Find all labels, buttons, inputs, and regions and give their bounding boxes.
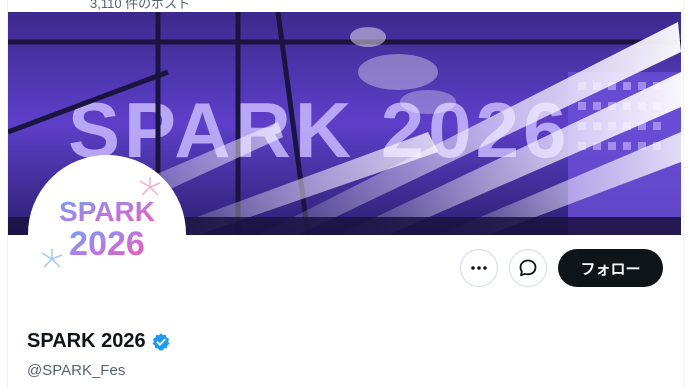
verified-badge-icon[interactable] <box>151 332 171 352</box>
profile-name-row: SPARK 2026 <box>27 330 171 353</box>
avatar-logo-line2: 2026 <box>69 225 145 263</box>
display-name: SPARK 2026 <box>27 330 146 352</box>
message-button[interactable] <box>509 249 547 287</box>
profile-avatar[interactable]: SPARK 2026 <box>28 155 186 313</box>
message-icon <box>519 259 537 277</box>
post-count: 3,110 件のポスト <box>90 0 191 11</box>
more-horizontal-icon <box>471 266 487 270</box>
avatar-logo-line1: SPARK <box>59 196 155 227</box>
profile-handle: @SPARK_Fes <box>27 362 126 379</box>
more-button[interactable] <box>460 249 498 287</box>
profile-header-bar: 3,110 件のポスト <box>8 0 683 12</box>
spark-logo: SPARK 2026 <box>41 177 161 268</box>
follow-button[interactable]: フォロー <box>558 249 663 287</box>
column-right-border <box>683 0 684 388</box>
